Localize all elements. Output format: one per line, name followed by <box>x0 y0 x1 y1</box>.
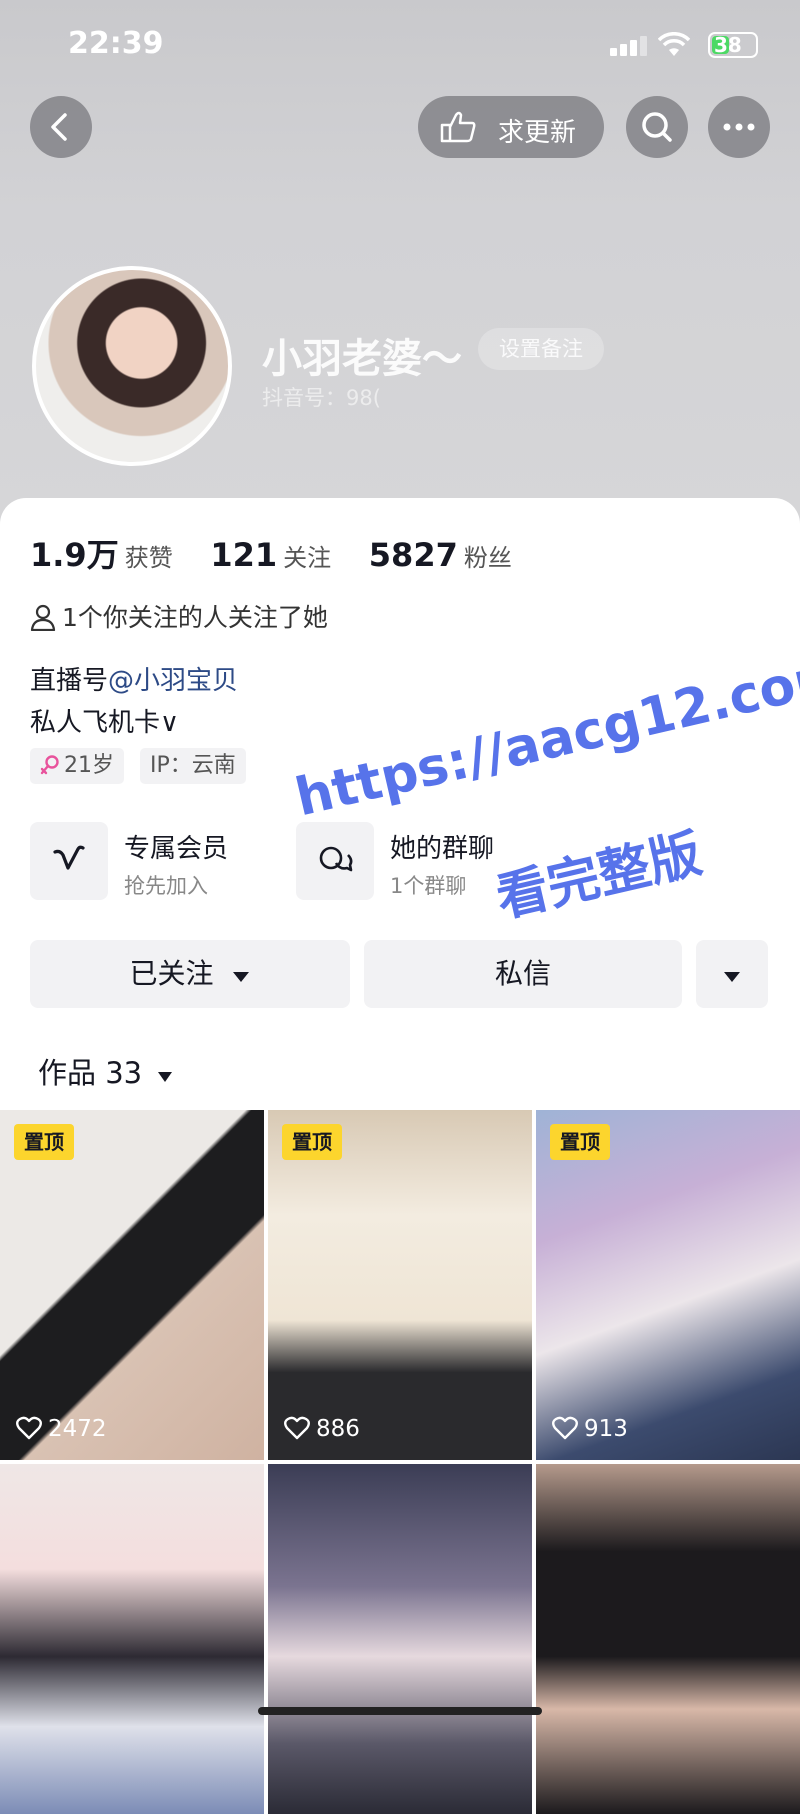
live-link[interactable]: @小羽宝贝 <box>108 666 238 696</box>
pinned-badge: 置顶 <box>282 1124 342 1160</box>
more-icon <box>723 123 755 131</box>
request-update-label: 求更新 <box>498 118 577 148</box>
pinned-badge: 置顶 <box>14 1124 74 1160</box>
caret-down-icon <box>233 972 250 982</box>
wifi-icon <box>658 32 690 56</box>
likes-label: 获赞 <box>124 544 173 572</box>
stats-row: 1.9万 获赞 121 关注 5827 粉丝 <box>30 530 542 576</box>
video-tile[interactable] <box>536 1464 800 1814</box>
douyin-id: 抖音号：98( <box>262 386 381 410</box>
vip-v-icon <box>53 845 85 870</box>
heart-icon <box>16 1416 42 1440</box>
battery-level: 38 <box>714 33 742 57</box>
like-count-text: 886 <box>316 1416 360 1442</box>
mutual-text: 1个你关注的人关注了她 <box>62 603 328 632</box>
female-icon <box>40 755 59 775</box>
caret-down-icon <box>158 1072 173 1082</box>
home-indicator <box>258 1707 542 1715</box>
status-time: 22:39 <box>68 26 164 61</box>
chat-bubbles-icon <box>319 846 353 872</box>
video-tile[interactable] <box>0 1464 264 1814</box>
request-update-button[interactable]: 求更新 <box>418 96 604 158</box>
video-tile[interactable]: 置顶 913 <box>536 1110 800 1460</box>
following-count: 121 <box>210 536 278 574</box>
avatar[interactable] <box>32 266 232 466</box>
caret-down-icon <box>724 972 740 982</box>
membership-sub: 抢先加入 <box>124 874 208 898</box>
like-count: 913 <box>552 1416 628 1442</box>
live-prefix: 直播号 <box>30 666 109 696</box>
like-count: 886 <box>284 1416 360 1442</box>
message-button[interactable]: 私信 <box>364 940 682 1008</box>
following-stat[interactable]: 121 关注 <box>210 536 361 574</box>
likes-count: 1.9万 <box>30 536 119 574</box>
back-button[interactable] <box>30 96 92 158</box>
heart-icon <box>552 1416 578 1440</box>
live-account: 直播号@小羽宝贝 <box>30 660 238 697</box>
fans-count: 5827 <box>368 536 458 574</box>
membership-title: 专属会员 <box>124 834 229 864</box>
group-chat-icon-box <box>296 822 374 900</box>
set-remark-button[interactable]: 设置备注 <box>478 328 604 370</box>
followed-button[interactable]: 已关注 <box>30 940 350 1008</box>
like-count-text: 2472 <box>48 1416 107 1442</box>
chevron-left-icon <box>51 113 67 141</box>
video-tile[interactable]: 置顶 2472 <box>0 1110 264 1460</box>
heart-icon <box>284 1416 310 1440</box>
group-chat-title: 她的群聊 <box>390 834 495 864</box>
mutual-follow[interactable]: 1个你关注的人关注了她 <box>30 598 328 634</box>
likes-stat[interactable]: 1.9万 获赞 <box>30 536 203 574</box>
status-bar: 22:39 38 <box>0 22 800 66</box>
like-count-text: 913 <box>584 1416 628 1442</box>
like-count: 2472 <box>16 1416 107 1442</box>
signal-icon <box>610 36 650 56</box>
age-tag: 21岁 <box>30 748 124 784</box>
fans-label: 粉丝 <box>463 544 512 572</box>
video-tile[interactable]: 置顶 886 <box>268 1110 532 1460</box>
battery-icon: 38 <box>708 32 758 58</box>
pinned-badge: 置顶 <box>550 1124 610 1160</box>
person-icon <box>30 604 56 632</box>
works-tab[interactable]: 作品 33 <box>38 1050 173 1092</box>
nickname: 小羽老婆～ <box>262 336 462 382</box>
search-button[interactable] <box>626 96 688 158</box>
more-button[interactable] <box>708 96 770 158</box>
search-icon <box>642 112 672 142</box>
more-actions-button[interactable] <box>696 940 768 1008</box>
works-label: 作品 33 <box>38 1056 143 1090</box>
bio: 私人飞机卡∨ <box>30 708 180 738</box>
pointing-hand-icon <box>440 111 476 143</box>
following-label: 关注 <box>283 544 332 572</box>
age: 21岁 <box>64 753 114 778</box>
fans-stat[interactable]: 5827 粉丝 <box>369 536 542 574</box>
ip-tag: IP：云南 <box>140 748 246 784</box>
membership-icon-box <box>30 822 108 900</box>
group-chat-sub: 1个群聊 <box>390 874 467 898</box>
video-tile[interactable] <box>268 1464 532 1814</box>
followed-label: 已关注 <box>129 957 214 990</box>
